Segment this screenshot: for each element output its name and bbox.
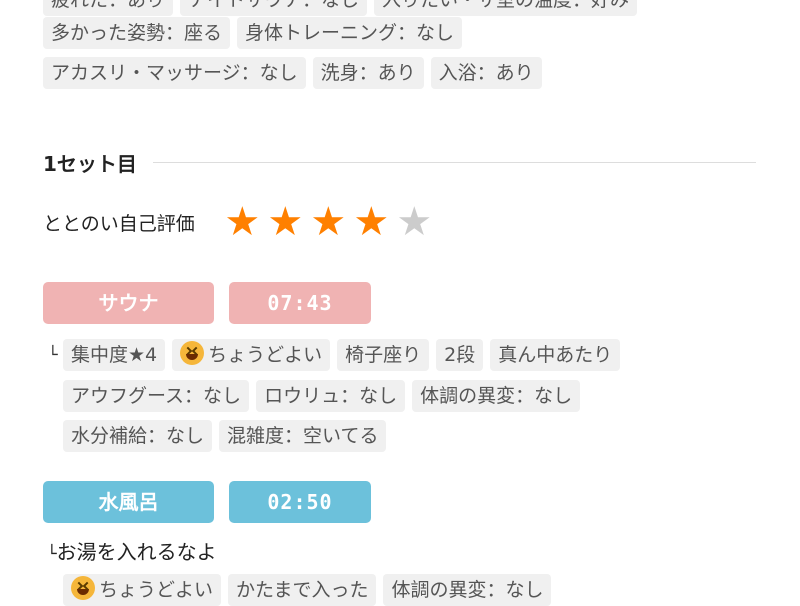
- branch-mark: └: [47, 544, 57, 563]
- star-icon: ★: [224, 199, 261, 245]
- rating-stars: ★ ★ ★ ★ ★: [221, 200, 436, 244]
- tag-mood: ちょうどよい: [172, 339, 331, 371]
- tag: 身体トレーニング：なし: [237, 17, 463, 49]
- tag: 椅子座り: [337, 339, 430, 371]
- tag: 洗身：あり: [312, 57, 424, 89]
- grinning-face-icon: [180, 341, 205, 365]
- divider: [152, 162, 756, 163]
- grinning-face-icon: [71, 576, 95, 600]
- tag: 入りたい・サ室の温度：好み: [374, 0, 638, 16]
- sauna-tags-row-2: アウフグース：なし ロウリュ：なし 体調の異変：なし: [63, 380, 587, 412]
- branch-mark: └: [48, 345, 58, 364]
- star-icon: ★: [396, 199, 433, 245]
- tag: 体調の異変：なし: [412, 380, 581, 412]
- tag: 多かった姿勢：座る: [43, 17, 231, 49]
- tag-mood-label: ちょうどよい: [99, 579, 214, 601]
- star-icon: ★: [310, 199, 347, 245]
- tag: 集中度★4: [63, 339, 166, 371]
- sauna-tags-row-1: 集中度★4 ちょうどよい 椅子座り 2段 真ん中あたり: [63, 339, 627, 371]
- tag: かたまで入った: [228, 574, 377, 606]
- tag: ナイトサウナ：なし: [180, 0, 368, 16]
- water-tags-row-1: ちょうどよい かたまで入った 体調の異変：なし: [63, 574, 558, 606]
- tag: アカスリ・マッサージ：なし: [43, 57, 306, 89]
- tag: 入浴：あり: [430, 57, 542, 89]
- tag-row-top-2: アカスリ・マッサージ：なし 洗身：あり 入浴：あり: [43, 57, 549, 89]
- star-icon: ★: [353, 199, 390, 245]
- tag: 2段: [436, 339, 484, 371]
- tag-mood-label: ちょうどよい: [208, 344, 323, 366]
- rating-label: ととのい自己評価: [43, 212, 195, 235]
- tag: アウフグース：なし: [63, 380, 250, 412]
- sauna-time: 07:43: [229, 282, 371, 324]
- self-rating: ととのい自己評価 ★ ★ ★ ★ ★: [43, 200, 436, 244]
- tag-row-top-1: 多かった姿勢：座る 身体トレーニング：なし: [43, 17, 469, 49]
- star-icon: ★: [267, 199, 304, 245]
- water-bath-label: 水風呂: [43, 481, 214, 523]
- water-bath-time: 02:50: [229, 481, 371, 523]
- tag: 疲れた：あり: [43, 0, 174, 16]
- note-text: お湯を入れるなよ: [56, 540, 217, 564]
- water-note: └お湯を入れるなよ: [47, 536, 217, 565]
- tag: 真ん中あたり: [490, 339, 621, 371]
- tag: ロウリュ：なし: [256, 380, 406, 412]
- set-header: 1セット目: [43, 148, 756, 177]
- tag-row-top-0: 疲れた：あり ナイトサウナ：なし 入りたい・サ室の温度：好み: [43, 0, 644, 16]
- sauna-label: サウナ: [43, 282, 214, 324]
- set-title: 1セット目: [43, 152, 137, 176]
- tag: 混雑度：空いてる: [219, 420, 387, 452]
- tag: 水分補給：なし: [63, 420, 213, 452]
- tag: 体調の異変：なし: [383, 574, 552, 606]
- tag-mood: ちょうどよい: [63, 574, 222, 606]
- sauna-tags-row-3: 水分補給：なし 混雑度：空いてる: [63, 420, 393, 452]
